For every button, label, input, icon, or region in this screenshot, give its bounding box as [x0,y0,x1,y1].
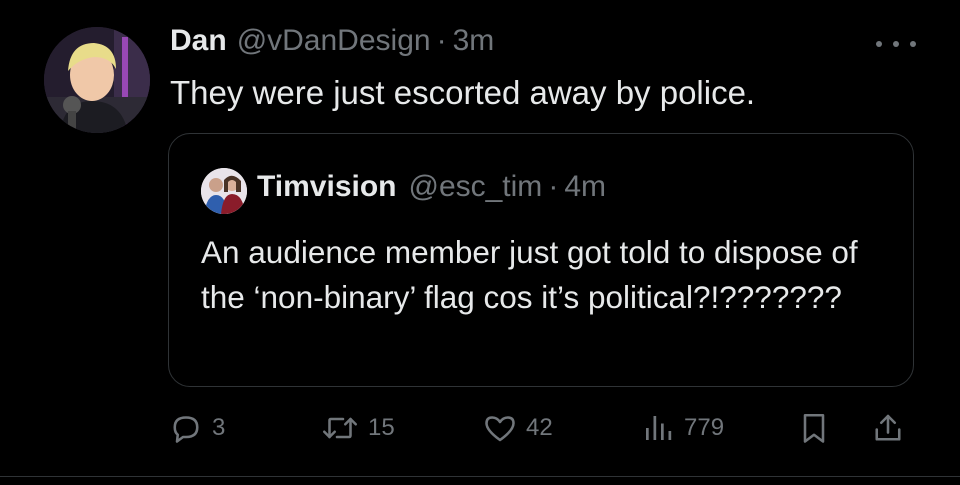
author-avatar[interactable] [44,27,150,133]
like-button[interactable]: 42 [482,404,553,452]
reply-button[interactable]: 3 [168,404,225,452]
reply-count: 3 [212,414,226,441]
quoted-author-handle[interactable]: @esc_tim [408,170,542,204]
quoted-tweet[interactable]: Timvision @esc_tim · 4m An audience memb… [168,133,914,387]
retweet-count: 15 [368,414,395,441]
views-button[interactable]: 779 [640,404,724,452]
quoted-author-name[interactable]: Timvision [257,170,396,204]
author-name[interactable]: Dan [170,24,227,58]
author-handle[interactable]: @vDanDesign [237,24,431,58]
quoted-author-avatar[interactable] [201,168,247,214]
views-icon [646,416,672,440]
retweet-icon [322,417,358,439]
bookmark-icon [803,413,825,443]
tweet-timestamp[interactable]: 3m [453,24,495,58]
tweet-header: Dan @vDanDesign · 3m [170,24,494,64]
action-bar: 3 15 42 779 [168,404,914,452]
tweet-divider [0,476,960,477]
more-dot [876,41,882,47]
more-options-icon[interactable] [876,34,916,54]
tweet[interactable]: Dan @vDanDesign · 3m They were just esco… [0,0,960,485]
avatar-image [44,27,150,133]
quoted-timestamp[interactable]: 4m [564,170,606,204]
bookmark-button[interactable] [796,404,832,452]
share-button[interactable] [870,404,906,452]
more-dot [893,41,899,47]
views-count: 779 [684,414,725,441]
separator-dot: · [548,170,559,203]
quoted-tweet-text: An audience member just got told to disp… [201,234,858,315]
tweet-text: They were just escorted away by police. [170,74,756,111]
heart-icon [485,416,515,442]
separator-dot: · [436,24,447,57]
quoted-tweet-header: Timvision @esc_tim · 4m [257,170,606,204]
like-count: 42 [526,414,553,441]
more-dot [910,41,916,47]
reply-icon [173,416,199,443]
retweet-button[interactable]: 15 [320,404,395,452]
quoted-avatar-image [201,168,247,214]
share-icon [875,414,901,441]
